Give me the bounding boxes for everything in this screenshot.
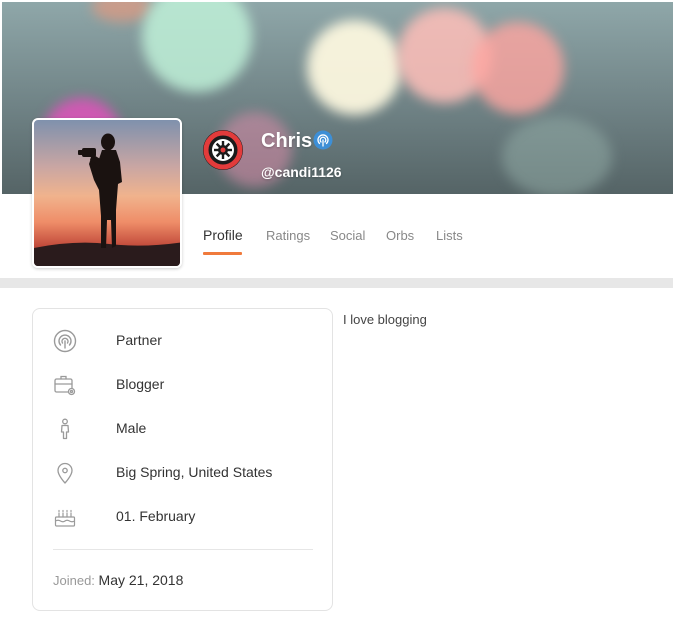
joined-label: Joined: xyxy=(53,573,95,588)
detail-role-value: Partner xyxy=(116,332,162,348)
reviewer-badge-icon xyxy=(203,130,243,170)
profile-handle: @candi1126 xyxy=(261,164,342,180)
joined-value: May 21, 2018 xyxy=(98,572,184,588)
detail-birthday: 01. February xyxy=(53,505,323,529)
detail-gender: Male xyxy=(53,417,323,441)
detail-birthday-value: 01. February xyxy=(116,508,196,524)
joined-date: Joined: May 21, 2018 xyxy=(53,572,183,588)
detail-role: Partner xyxy=(53,329,323,353)
active-tab-indicator xyxy=(203,252,242,255)
partner-signal-icon xyxy=(313,130,333,150)
birthday-cake-icon xyxy=(53,505,77,529)
detail-occupation-value: Blogger xyxy=(116,376,165,392)
detail-location: Big Spring, United States xyxy=(53,461,323,485)
detail-location-value: Big Spring, United States xyxy=(116,464,273,480)
map-pin-icon xyxy=(53,461,77,485)
detail-gender-value: Male xyxy=(116,420,147,436)
briefcase-gear-icon xyxy=(53,373,77,397)
avatar[interactable] xyxy=(32,118,182,268)
person-icon xyxy=(53,417,77,441)
section-divider xyxy=(0,278,673,288)
profile-name: Chris xyxy=(261,130,313,152)
tab-lists[interactable]: Lists xyxy=(436,228,463,243)
profile-bio: I love blogging xyxy=(343,312,427,327)
tab-profile[interactable]: Profile xyxy=(203,227,243,243)
tab-social[interactable]: Social xyxy=(330,228,365,243)
tab-ratings[interactable]: Ratings xyxy=(266,228,310,243)
partner-signal-icon xyxy=(53,329,77,353)
card-divider xyxy=(53,549,313,550)
profile-details-card: Partner Blogger Male Big Spring, United … xyxy=(32,308,333,611)
detail-occupation: Blogger xyxy=(53,373,323,397)
tab-orbs[interactable]: Orbs xyxy=(386,228,414,243)
